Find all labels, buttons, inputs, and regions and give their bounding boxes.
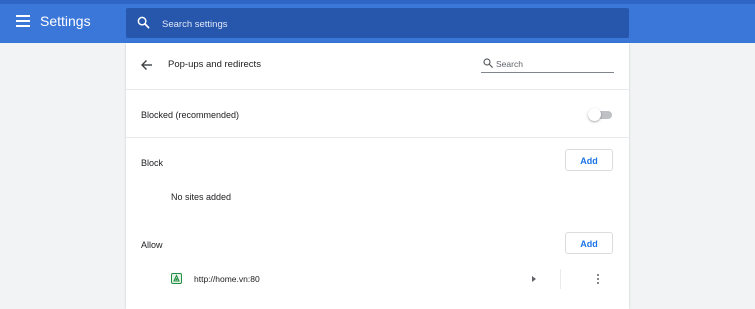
site-url: http://home.vn:80 xyxy=(194,274,260,284)
menu-icon[interactable] xyxy=(16,15,30,27)
more-vertical-icon[interactable] xyxy=(592,272,604,286)
app-header: Settings xyxy=(0,0,755,43)
arrow-right-icon[interactable] xyxy=(532,276,536,282)
allow-section-label: Allow xyxy=(141,240,163,250)
block-empty-text: No sites added xyxy=(171,192,232,202)
page-search-input[interactable] xyxy=(494,56,616,72)
blocked-label: Blocked (recommended) xyxy=(141,110,240,120)
settings-search-input[interactable] xyxy=(160,14,604,34)
popups-settings-card: Pop-ups and redirects Blocked (recommend… xyxy=(126,43,629,309)
divider xyxy=(126,137,629,138)
block-add-button[interactable]: Add xyxy=(565,149,613,171)
site-favicon-icon xyxy=(171,273,182,284)
page-search[interactable] xyxy=(481,55,616,73)
settings-search-bar[interactable] xyxy=(126,8,629,38)
search-icon xyxy=(483,58,493,68)
search-icon xyxy=(137,16,150,29)
allow-add-button[interactable]: Add xyxy=(565,232,613,254)
row-divider xyxy=(560,269,561,289)
toggle-knob xyxy=(588,108,601,121)
allowed-site-row[interactable]: http://home.vn:80 xyxy=(126,267,629,291)
app-title: Settings xyxy=(40,13,91,29)
blocked-toggle[interactable] xyxy=(588,108,612,121)
divider xyxy=(126,89,629,90)
block-section-label: Block xyxy=(141,158,164,168)
back-arrow-icon[interactable] xyxy=(140,58,154,72)
page-title: Pop-ups and redirects xyxy=(168,59,261,70)
